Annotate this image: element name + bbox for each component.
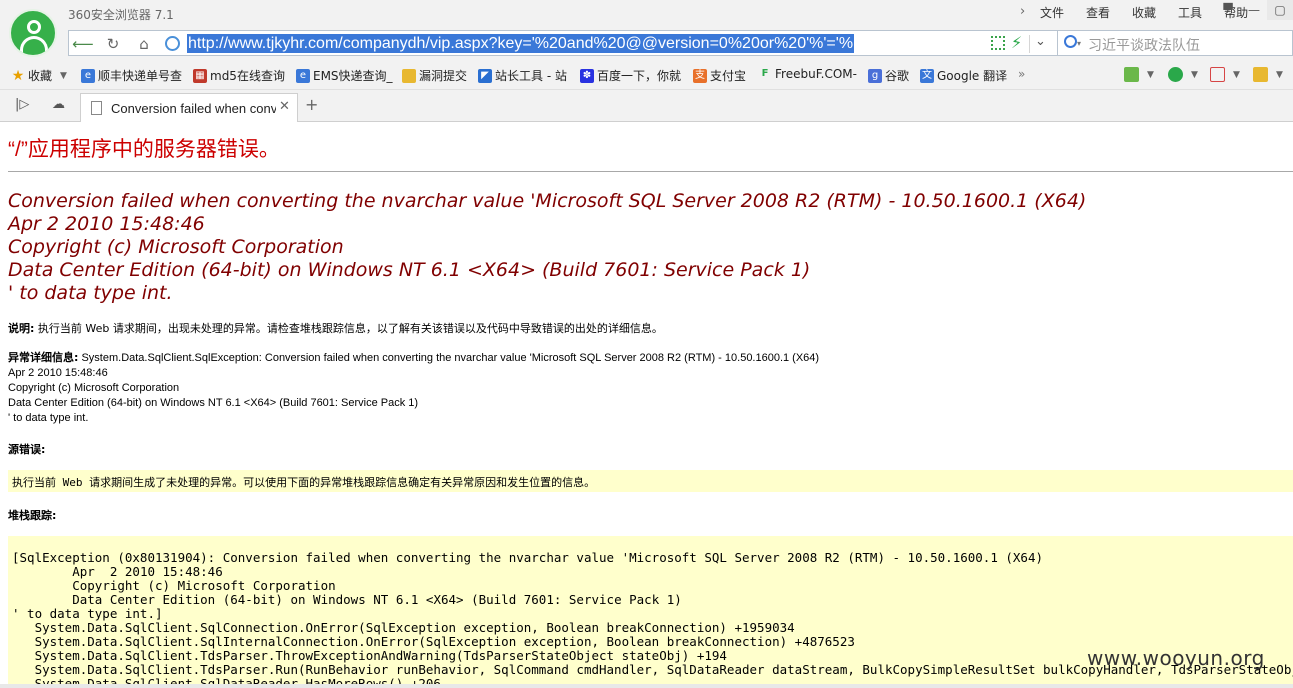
tab-title: Conversion failed when conv — [111, 101, 276, 116]
chevron-down-icon[interactable]: ▼ — [60, 71, 67, 81]
close-tab-icon[interactable]: ✕ — [279, 99, 290, 114]
bookmark-item[interactable]: ▦ md5在线查询 — [193, 67, 285, 84]
url-input[interactable]: http://www.tjkyhr.com/companydh/vip.aspx… — [187, 34, 855, 53]
extensions-tool[interactable]: ▼ — [1124, 67, 1154, 82]
bookmark-item[interactable]: 支 支付宝 — [693, 67, 746, 84]
stack-trace-label: 堆栈跟踪: — [8, 509, 57, 522]
horizontal-scrollbar[interactable] — [0, 684, 1293, 688]
bookmarks-bar: ★ 收藏 ▼ e 顺丰快递单号查 ▦ md5在线查询 e EMS快递查询_ 漏洞… — [0, 60, 1293, 90]
maximize-icon[interactable]: ▢ — [1267, 0, 1293, 20]
translate-tool[interactable]: ▼ — [1210, 67, 1240, 82]
star-icon: ★ — [11, 67, 25, 84]
menu-view[interactable]: 查看 — [1086, 4, 1110, 21]
bookmark-item[interactable]: 文 Google 翻译 — [920, 67, 1007, 84]
cloud-icon[interactable]: ☁ — [52, 97, 65, 112]
watermark: www.wooyun.org — [1087, 646, 1265, 670]
page-icon — [91, 101, 102, 115]
search-box[interactable]: ▾ 习近平谈政法队伍 — [1058, 30, 1293, 56]
more-bookmarks-icon[interactable]: » — [1018, 67, 1025, 81]
chevron-down-icon[interactable]: ⌄ — [1035, 34, 1046, 49]
menu-file[interactable]: 文件 — [1040, 4, 1064, 21]
source-error-text: 执行当前 Web 请求期间生成了未处理的异常。可以使用下面的异常堆栈跟踪信息确定… — [12, 476, 596, 489]
bookmark-item[interactable]: e 顺丰快递单号查 — [81, 67, 182, 84]
search-icon[interactable] — [1064, 35, 1077, 48]
chevron-down-icon[interactable]: ▼ — [1191, 70, 1198, 80]
ie-icon: e — [296, 68, 310, 83]
google-icon: g — [868, 68, 882, 83]
security-tool[interactable]: ▼ — [1168, 67, 1198, 82]
scissors-icon — [1253, 67, 1268, 82]
browser-logo-icon[interactable] — [9, 9, 57, 57]
navigation-bar: ⟵ ↻ ⌂ http://www.tjkyhr.com/companydh/vi… — [0, 28, 1293, 60]
source-error-label: 源错误: — [8, 443, 46, 456]
address-bar[interactable]: ⟵ ↻ ⌂ http://www.tjkyhr.com/companydh/vi… — [68, 30, 1058, 56]
chevron-down-icon[interactable]: ▼ — [1147, 70, 1154, 80]
window-controls: ▀ — ▢ — [1215, 0, 1293, 20]
chevron-down-icon[interactable]: ▼ — [1276, 70, 1283, 80]
baidu-icon: ✽ — [580, 68, 594, 83]
menu-favorites[interactable]: 收藏 — [1132, 4, 1156, 21]
bookmark-item[interactable]: e EMS快递查询_ — [296, 67, 393, 84]
font-icon — [1210, 67, 1225, 82]
ie-icon: e — [81, 68, 95, 83]
app-title: 360安全浏览器 7.1 — [68, 8, 174, 22]
bookmark-item[interactable]: F FreebuF.COM- — [758, 67, 857, 81]
chinaz-icon: ◤ — [478, 68, 492, 83]
page-heading: “/”应用程序中的服务器错误。 — [8, 138, 280, 161]
freebuf-icon: F — [761, 68, 769, 79]
tab-active[interactable]: Conversion failed when conv ✕ — [80, 93, 298, 122]
new-tab-button[interactable]: + — [305, 95, 318, 114]
globe-icon — [165, 36, 180, 51]
home-icon[interactable]: ⌂ — [133, 34, 155, 54]
bookmark-item[interactable]: g 谷歌 — [868, 67, 909, 84]
chevron-down-icon[interactable]: ▼ — [1233, 70, 1240, 80]
bookmark-item[interactable]: ✽ 百度一下，你就 — [580, 67, 681, 84]
divider — [8, 171, 1293, 172]
search-engine-dropdown-icon[interactable]: ▾ — [1077, 39, 1081, 48]
speed-mode-icon[interactable]: ⚡ — [1011, 33, 1022, 52]
error-message: Conversion failed when converting the nv… — [8, 190, 1087, 304]
back-icon[interactable]: ⟵ — [72, 34, 94, 54]
bookmark-item[interactable]: 漏洞提交 — [402, 67, 467, 84]
menu-tools[interactable]: 工具 — [1178, 4, 1202, 21]
search-input[interactable]: 习近平谈政法队伍 — [1088, 35, 1200, 55]
screenshot-tool[interactable]: ▼ — [1253, 67, 1283, 82]
web-page: “/”应用程序中的服务器错误。 Conversion failed when c… — [0, 122, 1293, 688]
folder-icon — [402, 68, 416, 83]
skin-icon[interactable]: ▀ — [1215, 0, 1241, 20]
error-description: 说明: 执行当前 Web 请求期间，出现未处理的异常。请检查堆栈跟踪信息，以了解… — [8, 322, 663, 335]
bookmark-favorites[interactable]: ★ 收藏 ▼ — [11, 67, 67, 84]
reload-icon[interactable]: ↻ — [102, 34, 124, 54]
qr-code-icon[interactable] — [991, 36, 1005, 50]
title-bar: 360安全浏览器 7.1 › 文件 查看 收藏 工具 帮助 ▀ — ▢ — [0, 0, 1293, 28]
grid-icon: ▦ — [193, 68, 207, 83]
exception-details: 异常详细信息: System.Data.SqlClient.SqlExcepti… — [8, 351, 820, 424]
apps-icon — [1124, 67, 1139, 82]
minimize-icon[interactable]: — — [1241, 0, 1267, 20]
translate-icon: 文 — [920, 68, 934, 83]
tab-strip: |▷ ☁ Conversion failed when conv ✕ + — [0, 90, 1293, 122]
bookmark-item[interactable]: ◤ 站长工具 - 站 — [478, 67, 567, 84]
menu-collapse-icon[interactable]: › — [1020, 4, 1040, 21]
shield-icon — [1168, 67, 1183, 82]
source-error-box: 执行当前 Web 请求期间生成了未处理的异常。可以使用下面的异常堆栈跟踪信息确定… — [8, 470, 1293, 492]
sidebar-toggle-icon[interactable]: |▷ — [15, 97, 29, 112]
alipay-icon: 支 — [693, 68, 707, 83]
